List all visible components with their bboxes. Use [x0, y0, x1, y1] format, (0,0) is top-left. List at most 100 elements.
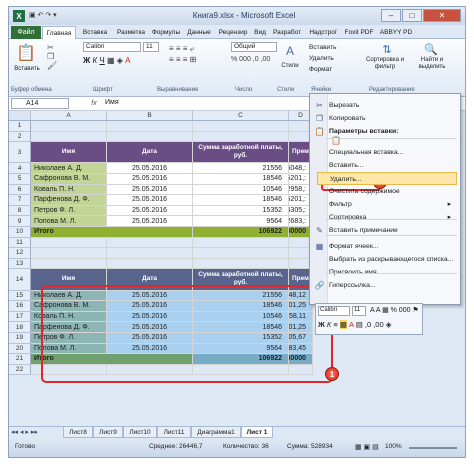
table-cell-salary[interactable]: 18546	[193, 174, 289, 185]
find-select-icon[interactable]: 🔍	[421, 41, 441, 57]
column-header-c[interactable]: C	[193, 111, 289, 121]
menu-item-3[interactable]: Специальная вставка...	[317, 146, 457, 159]
table-header-cell[interactable]: Сумма заработной платы, руб.	[193, 142, 289, 164]
table-cell-date[interactable]: 25.05.2016	[107, 163, 193, 174]
styles-icon[interactable]: A	[281, 41, 299, 61]
excel-logo-icon[interactable]: X	[13, 10, 25, 22]
table-cell-date[interactable]: 25.05.2016	[107, 195, 193, 206]
row-header[interactable]: 21	[9, 354, 31, 365]
row-header[interactable]: 11	[9, 237, 31, 249]
menu-item-8[interactable]: Сортировка ▸	[317, 211, 457, 224]
row-header[interactable]: 9	[9, 216, 31, 227]
table-cell-name[interactable]: Петров Ф. Л.	[31, 205, 107, 217]
mini-font-box[interactable]: Calibri	[318, 306, 350, 316]
menu-item-1[interactable]: Копировать ❐	[316, 112, 457, 125]
menu-item-0[interactable]: Вырезать ✂	[316, 99, 457, 112]
zoom-slider[interactable]	[409, 447, 457, 449]
grid-cell[interactable]	[31, 258, 107, 270]
table-cell-salary[interactable]: 9564	[193, 216, 289, 227]
table-cell-salary[interactable]: 15352	[193, 205, 289, 217]
row-header[interactable]: 7	[9, 195, 31, 206]
menu-item-13[interactable]: Гиперссылка... 🔗	[315, 279, 457, 292]
row-header[interactable]: 15	[9, 290, 31, 302]
sheet-tab-list8[interactable]: Лист8	[63, 427, 93, 438]
close-button[interactable]: ✕	[423, 9, 461, 22]
cells-buttons[interactable]: Вставить Удалить Формат	[309, 42, 337, 75]
tab-view[interactable]: Вид	[251, 26, 269, 39]
grid-cell[interactable]	[107, 258, 193, 270]
grid-cell[interactable]	[193, 248, 289, 259]
row-header[interactable]: 19	[9, 333, 31, 344]
menu-item-4[interactable]: Вставить...	[317, 159, 457, 172]
table-total-salary[interactable]: 106922	[193, 227, 289, 238]
sheet-tab-list1[interactable]: Лист 1	[241, 427, 273, 438]
mini-format-icons[interactable]: A A ▦ % 000 ⚑	[370, 306, 419, 314]
sheet-tab-list11[interactable]: Лист11	[157, 427, 191, 438]
zoom-level[interactable]: 100%	[385, 443, 402, 450]
alignment-buttons[interactable]: ≡ ≡ ≡ ⤶ ≡ ≡ ≡ ⊞	[169, 43, 196, 65]
insert-cells-button[interactable]: Вставить	[309, 42, 337, 53]
grid-cell[interactable]	[107, 121, 193, 132]
column-header-b[interactable]: B	[107, 111, 193, 121]
row-header[interactable]: 12	[9, 248, 31, 259]
view-buttons[interactable]: ▦ ▣ ▤	[355, 443, 379, 451]
maximize-button[interactable]: □	[402, 9, 422, 22]
tab-file[interactable]: Файл	[11, 26, 41, 39]
table-cell-salary[interactable]: 18546	[193, 195, 289, 206]
cut-copy-icons[interactable]: ✂ ❐ 🖌	[47, 43, 57, 70]
row-header[interactable]: 2	[9, 131, 31, 143]
grid-cell[interactable]	[107, 131, 193, 143]
grid-cell[interactable]	[193, 131, 289, 143]
paste-icon[interactable]: 📋	[13, 41, 39, 65]
row-header[interactable]: 22	[9, 364, 31, 376]
table-cell-salary[interactable]: 21556	[193, 163, 289, 174]
sort-filter-button-label[interactable]: Сортировка и фильтр	[361, 57, 409, 71]
styles-button-label[interactable]: Стили	[275, 63, 305, 69]
table-cell-date[interactable]: 25.05.2016	[107, 205, 193, 217]
menu-item-11[interactable]: Выбрать из раскрывающегося списка...	[317, 253, 457, 266]
format-cells-button[interactable]: Формат	[309, 64, 337, 75]
tab-abbyy-pdf[interactable]: ABBYY PD	[377, 26, 415, 39]
tab-data[interactable]: Данные	[183, 26, 215, 39]
table-cell-date[interactable]: 25.05.2016	[107, 184, 193, 196]
grid-cell[interactable]	[31, 248, 107, 259]
tab-developer[interactable]: Разработ	[269, 26, 305, 39]
grid-cell[interactable]	[107, 237, 193, 249]
table-header-cell[interactable]: Дата	[107, 142, 193, 164]
table-cell-name[interactable]: Николаев А. Д.	[31, 163, 107, 174]
find-select-button-label[interactable]: Найти и выделить	[409, 57, 455, 71]
tab-foxit-pdf[interactable]: Foxit PDF	[341, 26, 377, 39]
sheet-tab-diagram1[interactable]: Диаграмма1	[191, 427, 241, 438]
menu-item-10[interactable]: Формат ячеек... ▦	[316, 240, 457, 253]
table-cell-date[interactable]: 25.05.2016	[107, 174, 193, 185]
row-header[interactable]: 18	[9, 322, 31, 333]
tab-page-layout[interactable]: Разметка	[113, 26, 149, 39]
grid-cell[interactable]	[193, 237, 289, 249]
formula-input[interactable]: Имя	[105, 98, 305, 109]
table-cell-name[interactable]: Парфенова Д. Ф.	[31, 195, 107, 206]
select-all-corner[interactable]	[9, 111, 31, 121]
menu-item-5[interactable]: Удалить...	[317, 172, 457, 185]
font-name-box[interactable]: Calibri	[83, 42, 141, 52]
delete-cells-button[interactable]: Удалить	[309, 53, 337, 64]
mini-size-box[interactable]: 11	[352, 306, 366, 316]
grid-cell[interactable]	[31, 121, 107, 132]
tab-insert[interactable]: Вставка	[77, 26, 113, 39]
sheet-tab-list10[interactable]: Лист10	[123, 427, 157, 438]
column-header-a[interactable]: A	[31, 111, 107, 121]
row-header[interactable]: 14	[9, 269, 31, 291]
table-total-label[interactable]: Итого	[31, 227, 193, 238]
grid-cell[interactable]	[193, 121, 289, 132]
sheet-nav-arrows[interactable]: ◂◂ ◂ ▸ ▸▸	[11, 428, 38, 436]
font-size-box[interactable]: 11	[143, 42, 159, 52]
table-cell-date[interactable]: 25.05.2016	[107, 216, 193, 227]
grid-cell[interactable]	[31, 237, 107, 249]
menu-item-6[interactable]: Очистить содержимое	[317, 185, 457, 198]
table-header-cell[interactable]: Имя	[31, 142, 107, 164]
row-header[interactable]: 17	[9, 311, 31, 323]
table-cell-name[interactable]: Коваль П. Н.	[31, 184, 107, 196]
sheet-tab-list9[interactable]: Лист9	[93, 427, 123, 438]
row-header[interactable]: 8	[9, 205, 31, 217]
sort-filter-icon[interactable]: ⇅	[377, 41, 397, 57]
number-format-buttons[interactable]: % 000 ,0 ,00	[231, 56, 270, 63]
